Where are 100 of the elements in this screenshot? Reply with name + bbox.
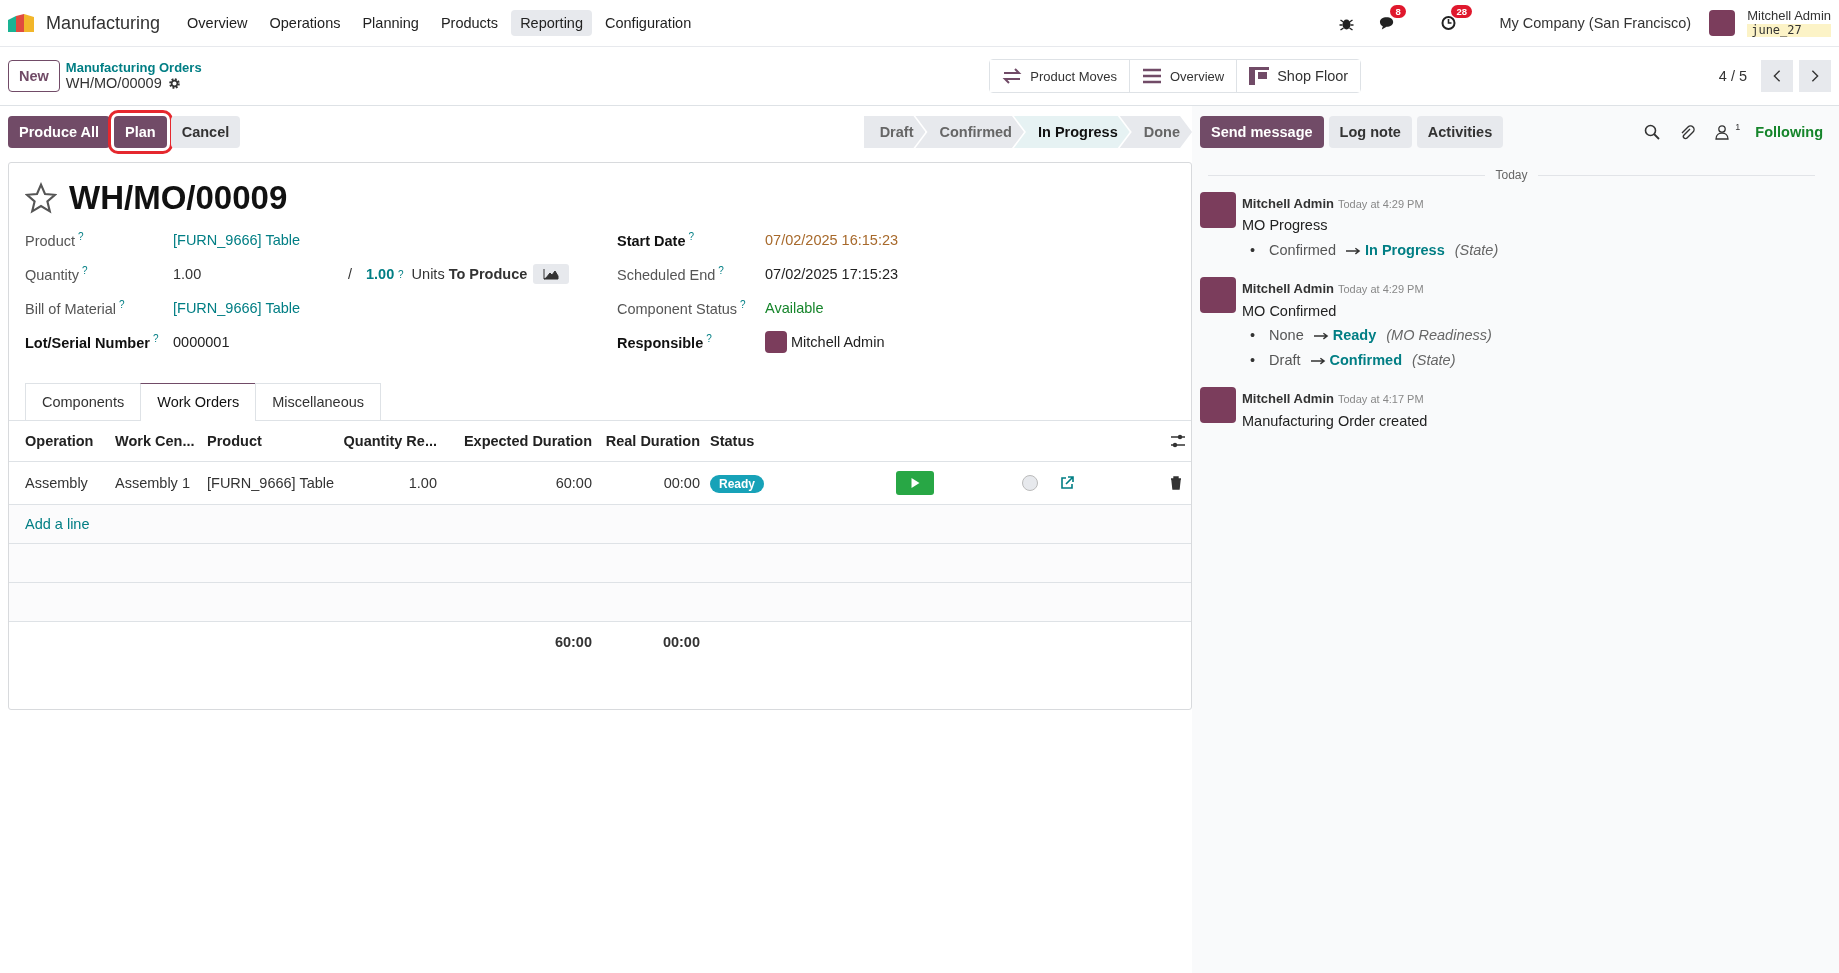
new-button[interactable]: New: [8, 60, 60, 92]
field-label: Scheduled End: [617, 266, 716, 283]
table-cell-text: 00:00: [662, 475, 701, 491]
star-icon[interactable]: [25, 182, 57, 214]
bullet-mark: •: [1250, 241, 1256, 258]
message-time: Today at 4:17 PM: [1338, 393, 1424, 406]
help-mark[interactable]: ?: [398, 268, 404, 280]
add-line-link[interactable]: Add a line: [25, 516, 90, 532]
help-mark[interactable]: ?: [706, 333, 712, 345]
user-avatar[interactable]: [1709, 10, 1736, 36]
field-value[interactable]: Mitchell Admin: [791, 334, 885, 350]
clock-icon[interactable]: [1440, 15, 1458, 31]
chatter-button[interactable]: Send message: [1200, 116, 1324, 148]
menu-item[interactable]: Configuration: [596, 10, 701, 36]
new-value: Ready: [1332, 327, 1377, 344]
unit-suffix: To Produce: [448, 266, 528, 282]
company-name[interactable]: My Company (San Francisco): [1499, 15, 1692, 31]
field-label: Quantity: [25, 266, 79, 283]
bullet-mark: •: [1250, 351, 1256, 368]
column-header[interactable]: Status: [710, 433, 830, 449]
gear-icon[interactable]: [167, 77, 181, 91]
menu-item[interactable]: Overview: [178, 10, 257, 36]
menu-item[interactable]: Planning: [353, 10, 428, 36]
status-step[interactable]: Done: [1119, 116, 1192, 148]
author-avatar[interactable]: [1200, 277, 1236, 314]
help-mark[interactable]: ?: [688, 231, 695, 243]
status-badge: Ready: [710, 475, 765, 493]
menu-item[interactable]: Operations: [260, 10, 350, 36]
field-value[interactable]: 1.00: [173, 266, 348, 282]
arrow-icon: [1310, 356, 1326, 365]
field-link[interactable]: [FURN_9666] Table: [173, 232, 301, 248]
play-button[interactable]: [896, 471, 934, 495]
author-avatar[interactable]: [1200, 387, 1236, 424]
author-name[interactable]: Mitchell Admin: [1242, 196, 1334, 211]
status-step[interactable]: In Progress: [1013, 116, 1130, 148]
unit-text: Units: [411, 266, 445, 282]
help-mark[interactable]: ?: [740, 299, 746, 311]
sliders-icon[interactable]: [1170, 434, 1186, 448]
table-cell-text: 1.00: [407, 475, 438, 491]
chatter-button[interactable]: Log note: [1328, 116, 1412, 148]
column-header[interactable]: Real Duration: [602, 433, 710, 449]
field-value: Available: [765, 300, 824, 316]
field-label: Start Date: [617, 232, 686, 249]
help-mark[interactable]: ?: [119, 299, 125, 311]
date-separator: Today: [1495, 168, 1528, 182]
follower-count: 1: [1735, 122, 1741, 132]
tab[interactable]: Work Orders: [140, 383, 257, 421]
list-icon: [1142, 67, 1162, 85]
field-label: Product: [25, 232, 75, 249]
old-value: None: [1269, 327, 1304, 344]
help-mark[interactable]: ?: [152, 333, 159, 345]
field-name: (MO Readiness): [1386, 327, 1492, 344]
author-name[interactable]: Mitchell Admin: [1242, 391, 1334, 407]
status-step[interactable]: Draft: [863, 116, 926, 148]
record-title: WH/MO/00009: [69, 179, 288, 217]
tab[interactable]: Components: [25, 383, 142, 420]
app-name[interactable]: Manufacturing: [46, 12, 161, 34]
field-label: Responsible: [617, 334, 704, 351]
user-name[interactable]: Mitchell Admin: [1747, 8, 1831, 24]
external-link-icon[interactable]: [1060, 476, 1074, 490]
tab[interactable]: Miscellaneous: [255, 383, 382, 420]
column-header[interactable]: Expected Duration: [447, 433, 602, 449]
notification-badge: 8: [1390, 5, 1406, 18]
column-header[interactable]: Product: [207, 433, 342, 449]
menu-item[interactable]: Reporting: [511, 10, 592, 36]
person-icon[interactable]: [1714, 124, 1731, 140]
field-label: Bill of Material: [25, 300, 117, 317]
help-mark[interactable]: ?: [78, 231, 84, 243]
help-mark[interactable]: ?: [82, 265, 88, 277]
arrow-icon: [1345, 246, 1361, 255]
notification-badge: 28: [1451, 5, 1472, 18]
app-logo-icon[interactable]: [8, 14, 34, 32]
author-name[interactable]: Mitchell Admin: [1242, 281, 1334, 297]
table-cell-text: Assembly: [25, 475, 89, 491]
chatter-button[interactable]: Activities: [1416, 116, 1504, 148]
bullet-mark: •: [1250, 327, 1256, 344]
smart-button[interactable]: Product Moves: [990, 60, 1130, 92]
field-value[interactable]: 07/02/2025 17:15:23: [765, 266, 899, 282]
status-step[interactable]: Confirmed: [915, 116, 1024, 148]
field-value[interactable]: 0000001: [173, 334, 230, 350]
field-value[interactable]: 07/02/2025 16:15:23: [765, 232, 899, 248]
following-button[interactable]: Following: [1755, 124, 1823, 140]
breadcrumb-link[interactable]: Manufacturing Orders: [65, 59, 202, 76]
column-header[interactable]: Quantity Re...: [342, 433, 447, 449]
field-label: Component Status: [617, 300, 738, 317]
message-text: MO Confirmed: [1242, 301, 1338, 321]
trash-icon[interactable]: [1170, 476, 1182, 490]
help-mark[interactable]: ?: [718, 265, 724, 277]
action-button[interactable]: Cancel: [170, 116, 241, 148]
pager-value[interactable]: 4 / 5: [1718, 68, 1747, 84]
paperclip-icon[interactable]: [1679, 124, 1696, 140]
column-header[interactable]: Operation: [25, 433, 115, 449]
field-link[interactable]: [FURN_9666] Table: [173, 300, 301, 316]
field-value[interactable]: 1.00: [366, 266, 399, 282]
menu-item[interactable]: Products: [431, 10, 508, 36]
search-icon[interactable]: [1644, 124, 1661, 140]
forecast-button[interactable]: [533, 264, 570, 284]
column-header[interactable]: Work Cen...: [115, 433, 207, 449]
action-button[interactable]: Produce All: [8, 116, 111, 148]
message-time: Today at 4:29 PM: [1338, 198, 1424, 210]
